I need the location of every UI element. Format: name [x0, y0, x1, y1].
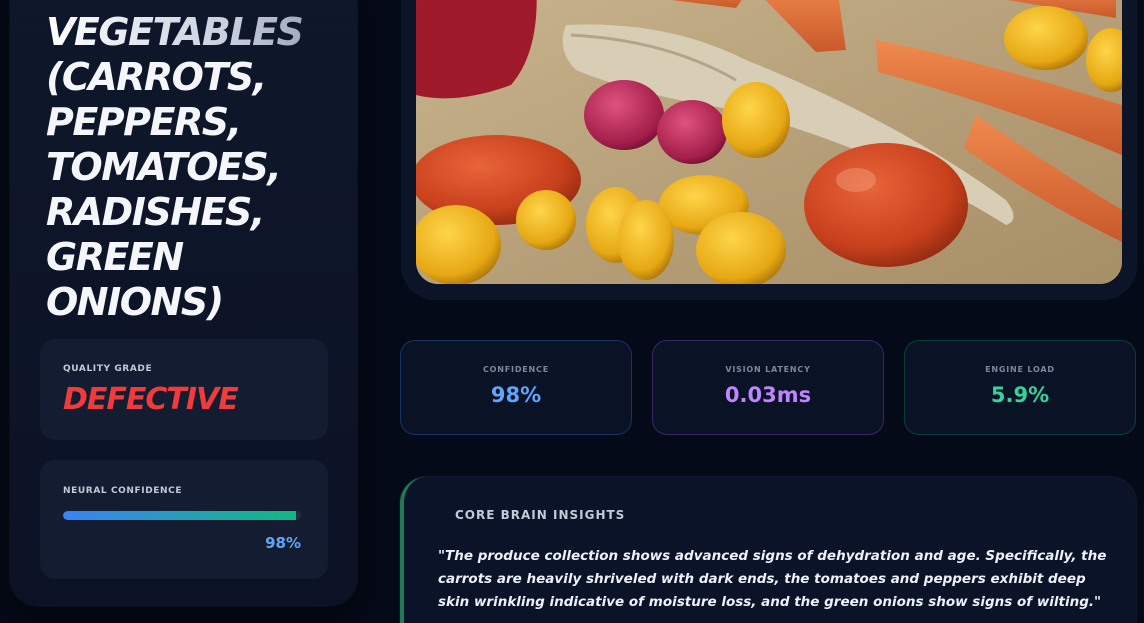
insights-title: CORE BRAIN INSIGHTS	[455, 508, 626, 522]
page: VEGETABLES (CARROTS, PEPPERS, TOMATOES, …	[0, 0, 1144, 623]
confidence-stat-label: CONFIDENCE	[483, 365, 549, 374]
engine-load-stat-card: ENGINE LOAD 5.9%	[905, 341, 1135, 434]
produce-photo	[416, 0, 1122, 284]
produce-title-line1: VEGETABLES	[46, 10, 346, 55]
core-brain-insights-panel: CORE BRAIN INSIGHTS "The produce collect…	[400, 477, 1136, 623]
produce-title: VEGETABLES (CARROTS, PEPPERS, TOMATOES, …	[46, 10, 346, 325]
engine-load-stat-label: ENGINE LOAD	[985, 365, 1055, 374]
image-frame	[402, 0, 1136, 299]
neural-confidence-value: 98%	[265, 534, 301, 552]
vision-latency-stat-value: 0.03ms	[724, 383, 812, 407]
insights-quote: "The produce collection shows advanced s…	[438, 548, 1107, 610]
vision-latency-stat-label: VISION LATENCY	[725, 365, 811, 374]
quality-grade-label: QUALITY GRADE	[63, 364, 153, 374]
confidence-stat-value: 98%	[490, 383, 542, 407]
confidence-stat-card: CONFIDENCE 98%	[401, 341, 631, 434]
engine-load-stat-value: 5.9%	[990, 383, 1050, 407]
neural-confidence-bar	[63, 511, 301, 520]
quality-grade-value: DEFECTIVE	[63, 382, 239, 417]
vision-latency-stat-card: VISION LATENCY 0.03ms	[653, 341, 883, 434]
neural-confidence-card: NEURAL CONFIDENCE 98%	[41, 461, 327, 578]
neural-confidence-bar-fill	[63, 511, 297, 520]
quality-grade-card: QUALITY GRADE DEFECTIVE	[41, 340, 327, 439]
produce-title-details: (CARROTS, PEPPERS, TOMATOES, RADISHES, G…	[46, 55, 282, 324]
neural-confidence-label: NEURAL CONFIDENCE	[63, 486, 183, 496]
produce-photo-illustration	[416, 0, 1122, 284]
